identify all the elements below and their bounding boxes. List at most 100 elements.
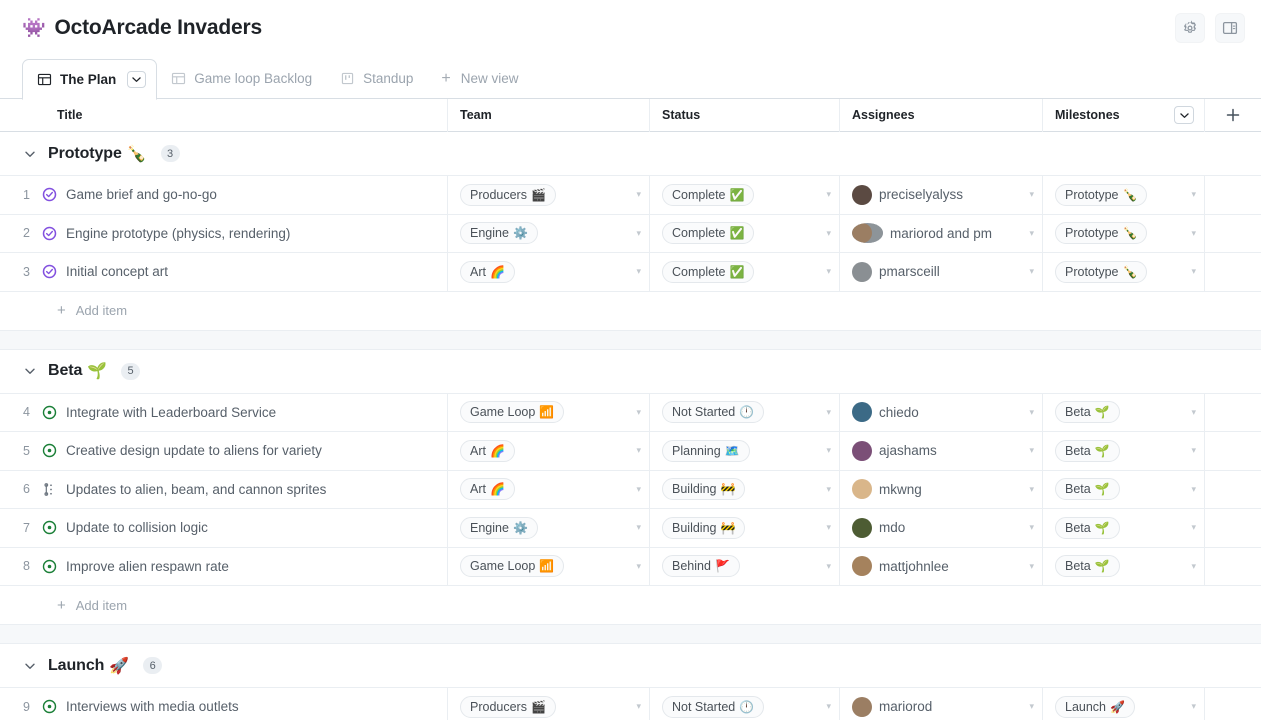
- chevron-down-icon[interactable]: [22, 363, 38, 379]
- table-row[interactable]: 4 Integrate with Leaderboard Service Game …: [0, 393, 1261, 432]
- assignees-cell[interactable]: mariorod and pm ▾: [840, 214, 1043, 252]
- cell-dropdown-caret[interactable]: ▾: [826, 228, 831, 238]
- cell-dropdown-caret[interactable]: ▾: [826, 561, 831, 571]
- team-cell[interactable]: Producers 🎬 ▾: [448, 688, 650, 720]
- cell-dropdown-caret[interactable]: ▾: [1029, 228, 1034, 238]
- column-header-assignees[interactable]: Assignees: [840, 98, 1043, 132]
- status-cell[interactable]: Not Started 🕛 ▾: [650, 688, 840, 720]
- column-header-milestones[interactable]: Milestones: [1043, 98, 1205, 132]
- team-cell[interactable]: Art 🌈 ▾: [448, 432, 650, 470]
- milestone-cell[interactable]: Beta 🌱 ▾: [1043, 509, 1205, 547]
- cell-dropdown-caret[interactable]: ▾: [1029, 267, 1034, 276]
- cell-dropdown-caret[interactable]: ▾: [636, 407, 641, 417]
- add-item-button[interactable]: + Add item: [0, 291, 1261, 330]
- title-cell[interactable]: 4 Integrate with Leaderboard Service: [0, 393, 448, 431]
- column-header-title[interactable]: Title: [0, 98, 448, 132]
- table-row[interactable]: 7 Update to collision logic Engine ⚙️ ▾ Build…: [0, 509, 1261, 548]
- title-cell[interactable]: 6 Updates to alien, beam, and cannon spri…: [0, 470, 448, 508]
- assignees-cell[interactable]: pmarsceill ▾: [840, 253, 1043, 291]
- status-cell[interactable]: Behind 🚩 ▾: [650, 547, 840, 585]
- status-cell[interactable]: Building 🚧 ▾: [650, 509, 840, 547]
- table-row[interactable]: 8 Improve alien respawn rate Game Loop 📶 ▾ Be…: [0, 547, 1261, 586]
- tab-game-loop-backlog[interactable]: Game loop Backlog: [157, 58, 326, 99]
- table-row[interactable]: 6 Updates to alien, beam, and cannon spri…: [0, 470, 1261, 509]
- status-cell[interactable]: Complete ✅ ▾: [650, 253, 840, 291]
- assignees-cell[interactable]: chiedo ▾: [840, 393, 1043, 431]
- cell-dropdown-caret[interactable]: ▾: [636, 446, 641, 455]
- cell-dropdown-caret[interactable]: ▾: [1029, 523, 1034, 532]
- table-row[interactable]: 2 Engine prototype (physics, rendering) En…: [0, 214, 1261, 253]
- chevron-down-icon[interactable]: [22, 146, 38, 162]
- team-cell[interactable]: Game Loop 📶 ▾: [448, 547, 650, 585]
- cell-dropdown-caret[interactable]: ▾: [1029, 702, 1034, 711]
- table-row[interactable]: 3 Initial concept art Art 🌈 ▾ Complete ✅ ▾ pmars…: [0, 253, 1261, 292]
- column-menu-button[interactable]: [1174, 106, 1194, 124]
- add-item-button[interactable]: + Add item: [0, 586, 1261, 624]
- milestone-cell[interactable]: Beta 🌱 ▾: [1043, 547, 1205, 585]
- team-cell[interactable]: Art 🌈 ▾: [448, 253, 650, 291]
- cell-dropdown-caret[interactable]: ▾: [826, 446, 831, 455]
- status-cell[interactable]: Building 🚧 ▾: [650, 470, 840, 508]
- milestone-cell[interactable]: Beta 🌱 ▾: [1043, 393, 1205, 431]
- table-row[interactable]: 5 Creative design update to aliens for va…: [0, 432, 1261, 471]
- status-cell[interactable]: Complete ✅ ▾: [650, 214, 840, 252]
- cell-dropdown-caret[interactable]: ▾: [1029, 561, 1034, 571]
- cell-dropdown-caret[interactable]: ▾: [1191, 523, 1196, 532]
- cell-dropdown-caret[interactable]: ▾: [636, 267, 641, 276]
- cell-dropdown-caret[interactable]: ▾: [1191, 228, 1196, 238]
- title-cell[interactable]: 8 Improve alien respawn rate: [0, 547, 448, 585]
- cell-dropdown-caret[interactable]: ▾: [1029, 484, 1034, 494]
- cell-dropdown-caret[interactable]: ▾: [826, 523, 831, 532]
- cell-dropdown-caret[interactable]: ▾: [826, 702, 831, 711]
- cell-dropdown-caret[interactable]: ▾: [826, 484, 831, 494]
- milestone-cell[interactable]: Prototype 🍾 ▾: [1043, 214, 1205, 252]
- team-cell[interactable]: Engine ⚙️ ▾: [448, 509, 650, 547]
- team-cell[interactable]: Engine ⚙️ ▾: [448, 214, 650, 252]
- cell-dropdown-caret[interactable]: ▾: [826, 190, 831, 199]
- column-header-status[interactable]: Status: [650, 98, 840, 132]
- team-cell[interactable]: Game Loop 📶 ▾: [448, 393, 650, 431]
- cell-dropdown-caret[interactable]: ▾: [1191, 446, 1196, 455]
- assignees-cell[interactable]: mariorod ▾: [840, 688, 1043, 720]
- cell-dropdown-caret[interactable]: ▾: [636, 523, 641, 532]
- cell-dropdown-caret[interactable]: ▾: [826, 407, 831, 417]
- milestone-cell[interactable]: Launch 🚀 ▾: [1043, 688, 1205, 720]
- cell-dropdown-caret[interactable]: ▾: [636, 228, 641, 238]
- cell-dropdown-caret[interactable]: ▾: [636, 702, 641, 711]
- toggle-panel-button[interactable]: [1215, 13, 1245, 43]
- assignees-cell[interactable]: mdo ▾: [840, 509, 1043, 547]
- table-row[interactable]: 1 Game brief and go-no-go Producers 🎬 ▾ Compl…: [0, 176, 1261, 215]
- chevron-down-icon[interactable]: [22, 658, 38, 674]
- tab-the-plan[interactable]: The Plan: [22, 59, 158, 100]
- column-header-team[interactable]: Team: [448, 98, 650, 132]
- milestone-cell[interactable]: Beta 🌱 ▾: [1043, 470, 1205, 508]
- assignees-cell[interactable]: preciselyalyss ▾: [840, 176, 1043, 214]
- assignees-cell[interactable]: mkwng ▾: [840, 470, 1043, 508]
- title-cell[interactable]: 3 Initial concept art: [0, 253, 448, 291]
- add-column-button[interactable]: [1205, 99, 1261, 132]
- cell-dropdown-caret[interactable]: ▾: [826, 267, 831, 276]
- status-cell[interactable]: Planning 🗺️ ▾: [650, 432, 840, 470]
- title-cell[interactable]: 5 Creative design update to aliens for va…: [0, 432, 448, 470]
- cell-dropdown-caret[interactable]: ▾: [1191, 484, 1196, 494]
- status-cell[interactable]: Not Started 🕛 ▾: [650, 393, 840, 431]
- milestone-cell[interactable]: Beta 🌱 ▾: [1043, 432, 1205, 470]
- assignees-cell[interactable]: mattjohnlee ▾: [840, 547, 1043, 585]
- status-cell[interactable]: Complete ✅ ▾: [650, 176, 840, 214]
- cell-dropdown-caret[interactable]: ▾: [1029, 407, 1034, 417]
- title-cell[interactable]: 9 Interviews with media outlets: [0, 688, 448, 720]
- cell-dropdown-caret[interactable]: ▾: [636, 484, 641, 494]
- cell-dropdown-caret[interactable]: ▾: [636, 190, 641, 199]
- cell-dropdown-caret[interactable]: ▾: [1191, 561, 1196, 571]
- cell-dropdown-caret[interactable]: ▾: [636, 561, 641, 571]
- milestone-cell[interactable]: Prototype 🍾 ▾: [1043, 176, 1205, 214]
- team-cell[interactable]: Producers 🎬 ▾: [448, 176, 650, 214]
- cell-dropdown-caret[interactable]: ▾: [1191, 190, 1196, 199]
- title-cell[interactable]: 7 Update to collision logic: [0, 509, 448, 547]
- cell-dropdown-caret[interactable]: ▾: [1191, 407, 1196, 417]
- title-cell[interactable]: 2 Engine prototype (physics, rendering): [0, 214, 448, 252]
- settings-button[interactable]: [1175, 13, 1205, 43]
- tab-menu-button[interactable]: [127, 71, 147, 88]
- cell-dropdown-caret[interactable]: ▾: [1029, 446, 1034, 455]
- team-cell[interactable]: Art 🌈 ▾: [448, 470, 650, 508]
